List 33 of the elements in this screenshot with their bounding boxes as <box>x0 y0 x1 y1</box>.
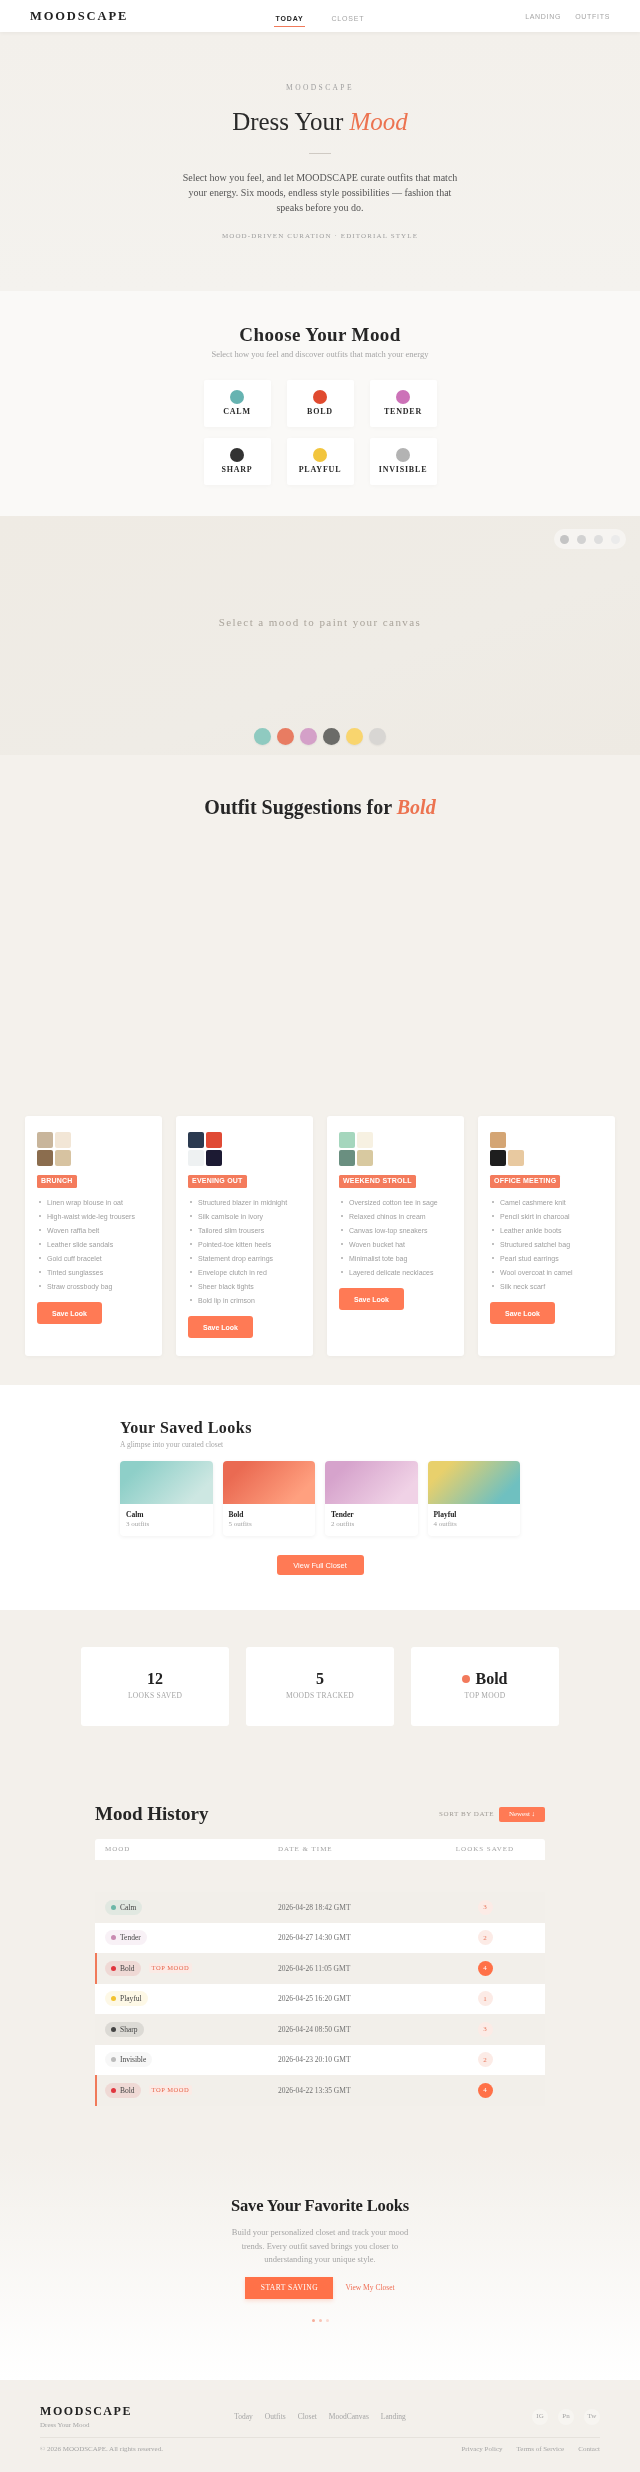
dot-icon[interactable] <box>560 534 569 544</box>
mood-card[interactable]: CALM <box>203 379 271 427</box>
mood-card[interactable]: SHARP <box>203 437 271 485</box>
hero-description: Select how you feel, and let MOODSCAPE curate outfits that match your energy. Six moods, endless style possibilities — fashion that speaks before you do. <box>181 170 459 215</box>
site-logo[interactable]: MOODSCAPE <box>30 8 129 24</box>
hero-title: Dress Your Mood <box>232 106 408 137</box>
canvas-area[interactable]: Select a mood to paint your canvas <box>0 516 640 755</box>
color-swatch-icon[interactable] <box>323 728 340 745</box>
section-subtitle: Select how you feel and discover outfits that match your energy <box>211 348 429 360</box>
footer-logo[interactable]: MOODSCAPE <box>40 2404 235 2418</box>
cta-title: Save Your Favorite Looks <box>231 2195 409 2217</box>
section-title: Your Saved Looks <box>120 1418 253 1438</box>
section-title: Mood History <box>95 1803 209 1825</box>
color-swatch-icon[interactable] <box>277 728 294 745</box>
dot-icon <box>311 2318 315 2322</box>
dot-icon <box>318 2318 322 2322</box>
dot-icon <box>325 2318 329 2322</box>
color-swatch-icon[interactable] <box>300 728 317 745</box>
mood-card[interactable]: TENDER <box>369 379 437 427</box>
section-title: Outfit Suggestions for Bold <box>204 795 436 819</box>
color-swatch-icon[interactable] <box>254 728 271 745</box>
color-swatch-icon[interactable] <box>346 728 363 745</box>
section-title: Choose Your Mood <box>239 322 401 346</box>
mood-card[interactable]: INVISIBLE <box>369 437 437 485</box>
stat-value: 5 <box>316 1670 324 1688</box>
cta-description: Build your personalized closet and track your mood trends. Every outfit saved brings you closer to understanding your unique style. <box>230 2226 410 2266</box>
canvas-hint: Select a mood to paint your canvas <box>218 615 422 629</box>
stat-value: Bold <box>475 1670 508 1688</box>
dot-icon[interactable] <box>577 534 586 544</box>
mood-card[interactable]: BOLD <box>286 379 354 427</box>
dot-icon[interactable] <box>594 534 603 544</box>
stat-value: 12 <box>147 1670 163 1688</box>
mood-card[interactable]: PLAYFUL <box>286 437 354 485</box>
